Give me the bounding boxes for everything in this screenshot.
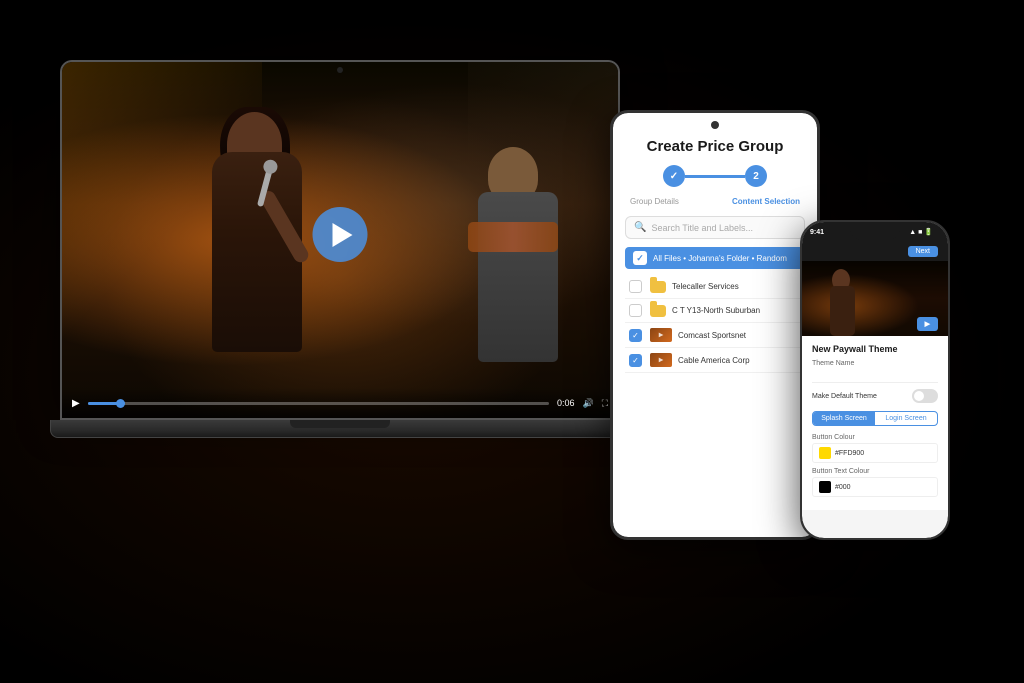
breadcrumb-checkbox[interactable]	[633, 251, 647, 265]
file-row: Telecaller Services	[625, 275, 805, 299]
breadcrumb-row: All Files • Johanna's Folder • Random	[625, 247, 805, 269]
step-line	[685, 175, 745, 178]
step-1-circle: ✓	[663, 165, 685, 187]
tablet-camera	[711, 121, 719, 129]
button-text-color-value: #000	[835, 484, 851, 491]
file-name-4: Cable America Corp	[678, 356, 801, 365]
time-display: 0:06	[557, 398, 575, 408]
guitarist-body	[478, 192, 558, 362]
file-row: C T Y13-North Suburban	[625, 299, 805, 323]
phone-button-color-label: Button Colour	[812, 434, 938, 441]
tablet-body: Create Price Group ✓ 2 Group Details Con…	[610, 110, 820, 540]
search-icon: 🔍	[634, 222, 646, 233]
phone-play-button[interactable]: ▶	[917, 317, 938, 331]
phone-device: 9:41 ▲ ■ 🔋 Next ▶ New Paywall Theme Them…	[800, 220, 955, 550]
phone-status-icons: ▲ ■ 🔋	[909, 228, 933, 236]
laptop-notch	[290, 420, 390, 428]
guitarist-figure	[458, 122, 578, 382]
phone-toggle-label: Make Default Theme	[812, 393, 877, 400]
file-checkbox-4[interactable]	[629, 354, 642, 367]
play-pause-button[interactable]: ▶	[72, 398, 80, 409]
breadcrumb-text: All Files • Johanna's Folder • Random	[653, 254, 787, 263]
video-progress-bar[interactable]	[88, 402, 549, 405]
tablet-content: Create Price Group ✓ 2 Group Details Con…	[613, 113, 817, 537]
phone-time: 9:41	[810, 229, 824, 236]
progress-indicator	[116, 399, 125, 408]
phone-screen: 9:41 ▲ ■ 🔋 Next ▶ New Paywall Theme Them…	[802, 222, 948, 538]
laptop-screen: ▶ 0:06 🔊 ⛶	[62, 62, 618, 418]
phone-button-text-color-label: Button Text Colour	[812, 468, 938, 475]
file-checkbox-3[interactable]	[629, 329, 642, 342]
volume-icon[interactable]: 🔊	[582, 398, 593, 409]
tablet-screen: Create Price Group ✓ 2 Group Details Con…	[613, 113, 817, 537]
phone-section-title: New Paywall Theme	[812, 344, 938, 354]
phone-header: Next	[802, 242, 948, 261]
file-name-3: Comcast Sportsnet	[678, 331, 801, 340]
folder-icon	[650, 305, 666, 317]
singer-body	[212, 152, 302, 352]
phone-next-button[interactable]: Next	[908, 246, 938, 257]
step-1-label: Group Details	[630, 197, 679, 206]
file-checkbox-1[interactable]	[629, 280, 642, 293]
step-2-circle: 2	[745, 165, 767, 187]
file-name-1: Telecaller Services	[672, 282, 801, 291]
tablet-device: Create Price Group ✓ 2 Group Details Con…	[610, 110, 830, 550]
phone-body: 9:41 ▲ ■ 🔋 Next ▶ New Paywall Theme Them…	[800, 220, 950, 540]
phone-toggle[interactable]	[912, 389, 938, 403]
guitar	[468, 222, 558, 252]
search-placeholder-text: Search Title and Labels...	[651, 223, 753, 233]
button-color-value: #FFD900	[835, 450, 864, 457]
file-row: Cable America Corp	[625, 348, 805, 373]
phone-singer-body	[830, 286, 855, 336]
phone-notch	[850, 222, 900, 240]
laptop-base	[50, 420, 630, 438]
phone-toggle-row: Make Default Theme	[812, 389, 938, 403]
file-row: Comcast Sportsnet	[625, 323, 805, 348]
step-2-label: Content Selection	[732, 197, 800, 206]
search-box[interactable]: 🔍 Search Title and Labels...	[625, 216, 805, 239]
play-triangle-icon	[332, 223, 352, 247]
laptop-screen-bezel: ▶ 0:06 🔊 ⛶	[60, 60, 620, 420]
button-color-swatch	[819, 447, 831, 459]
file-name-2: C T Y13-North Suburban	[672, 306, 801, 315]
laptop-device: ▶ 0:06 🔊 ⛶	[60, 60, 660, 480]
file-checkbox-2[interactable]	[629, 304, 642, 317]
step-labels: Group Details Content Selection	[625, 197, 805, 206]
tablet-title: Create Price Group	[625, 138, 805, 155]
laptop-camera	[337, 67, 343, 73]
phone-button-text-color-preview[interactable]: #000	[812, 477, 938, 497]
fullscreen-icon[interactable]: ⛶	[602, 398, 608, 409]
phone-button-color-preview[interactable]: #FFD900	[812, 443, 938, 463]
folder-icon	[650, 281, 666, 293]
phone-singer	[822, 266, 862, 336]
phone-tab-login[interactable]: Login Screen	[875, 412, 937, 425]
video-controls-bar: ▶ 0:06 🔊 ⛶	[62, 388, 618, 418]
video-play-button[interactable]	[313, 207, 368, 262]
phone-theme-name-label: Theme Name	[812, 360, 938, 367]
phone-content: New Paywall Theme Theme Name Make Defaul…	[802, 336, 948, 510]
phone-theme-name-value[interactable]	[812, 369, 938, 383]
phone-tab-row: Splash Screen Login Screen	[812, 411, 938, 426]
phone-concert-image: ▶	[802, 261, 948, 336]
phone-tab-splash[interactable]: Splash Screen	[813, 412, 875, 425]
video-thumbnail-3	[650, 328, 672, 342]
video-thumbnail-4	[650, 353, 672, 367]
button-text-color-swatch	[819, 481, 831, 493]
stepper: ✓ 2	[625, 165, 805, 187]
